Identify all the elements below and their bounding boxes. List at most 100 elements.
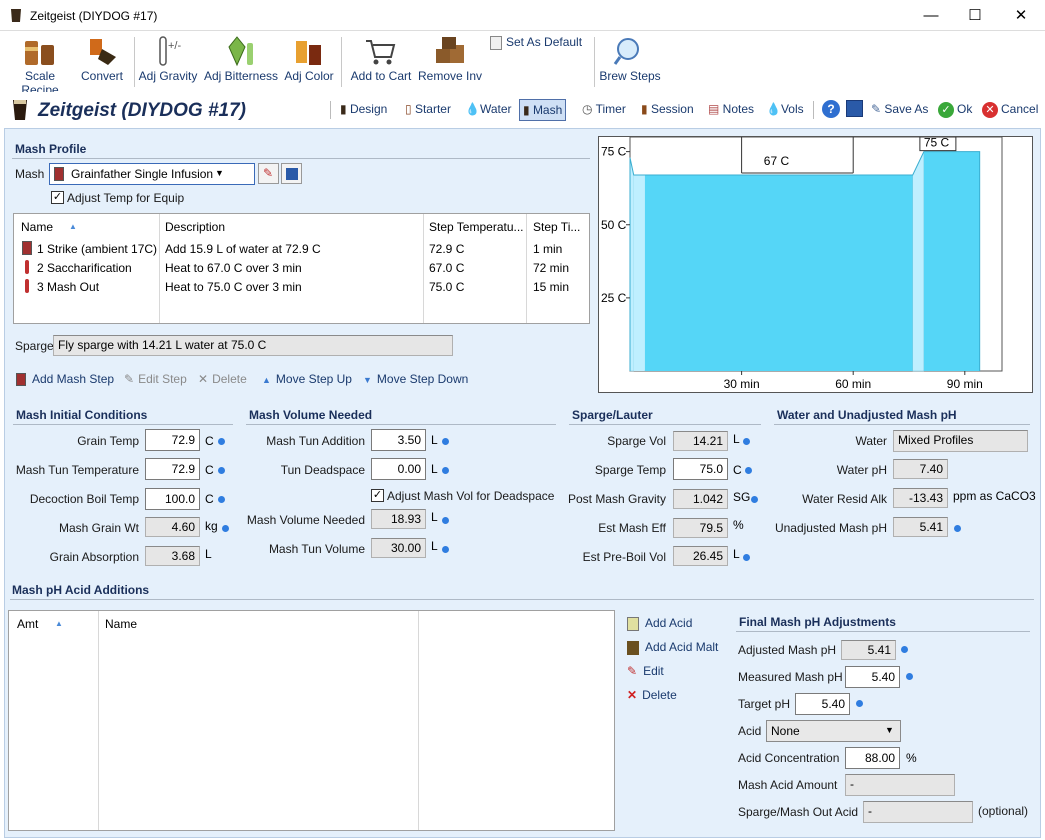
header-separator [330, 101, 331, 119]
absorption-label: Grain Absorption [49, 550, 139, 564]
move-step-down-button[interactable]: ▼ Move Step Down [363, 372, 468, 386]
strike-ramp-area [629, 157, 634, 372]
delete-x-icon: ✕ [198, 372, 209, 386]
tab-design[interactable]: ▮ Design [337, 99, 390, 121]
info-dot-icon[interactable] [743, 554, 750, 561]
info-dot-icon[interactable] [442, 438, 449, 445]
info-dot-icon[interactable] [856, 700, 863, 707]
edit-icon: ✎ [627, 664, 638, 678]
column-header-description[interactable]: Description [165, 220, 225, 234]
move-step-up-button[interactable]: ▲ Move Step Up [262, 372, 352, 386]
save-as-button[interactable]: ✎ Save As [868, 99, 931, 121]
sparge-vol-label: Sparge Vol [607, 434, 666, 448]
deadspace-input[interactable]: 0.00 [371, 458, 426, 480]
adj-color-button[interactable]: Adj Color [283, 35, 335, 83]
edit-acid-button[interactable]: ✎ Edit [627, 664, 664, 678]
tab-notes[interactable]: ▤ Notes [705, 99, 757, 121]
acid-label: Acid [738, 724, 762, 738]
column-header-amt[interactable]: Amt [17, 617, 38, 631]
adj-bitterness-button[interactable]: Adj Bitterness [203, 35, 279, 83]
tab-timer[interactable]: ◷ Timer [579, 99, 629, 121]
info-dot-icon[interactable] [954, 525, 961, 532]
tab-mash-label: Mash [532, 103, 563, 117]
decoction-input[interactable]: 100.0 [145, 488, 200, 510]
edit-mash-profile-button[interactable]: ✎ [258, 163, 279, 184]
brew-steps-button[interactable]: Brew Steps [599, 35, 661, 83]
mash-steps-table[interactable]: Name ▲ Description Step Temperatu... Ste… [13, 213, 590, 324]
scale-recipe-button[interactable]: Scale Recipe [6, 35, 74, 97]
save-disk-icon[interactable] [846, 100, 863, 117]
column-header-temp[interactable]: Step Temperatu... [429, 220, 524, 234]
delete-x-icon: ✕ [627, 688, 638, 702]
help-icon[interactable]: ? [822, 100, 840, 118]
column-header-name[interactable]: Name [105, 617, 137, 631]
acid-concentration-input[interactable]: 88.00 [845, 747, 900, 769]
info-dot-icon[interactable] [442, 517, 449, 524]
cancel-button[interactable]: ✕ Cancel [979, 99, 1041, 121]
target-ph-input[interactable]: 5.40 [795, 693, 850, 715]
table-row[interactable]: 2 Saccharification Heat to 67.0 C over 3… [14, 258, 589, 277]
add-mash-step-button[interactable]: Add Mash Step [16, 372, 114, 387]
notepad-icon: ▤ [708, 102, 723, 116]
tab-session[interactable]: ▮ Session [638, 99, 697, 121]
info-dot-icon[interactable] [906, 673, 913, 680]
mash-label: Mash [15, 167, 45, 181]
add-acid-button[interactable]: Add Acid [627, 616, 692, 631]
info-dot-icon[interactable] [743, 438, 750, 445]
add-acid-malt-button[interactable]: Add Acid Malt [627, 640, 718, 655]
section-divider [246, 424, 556, 425]
column-header-time[interactable]: Step Ti... [533, 220, 580, 234]
tab-mash[interactable]: ▮ Mash [519, 99, 567, 121]
tab-water[interactable]: 💧Water [462, 99, 515, 121]
tun-addition-input[interactable]: 3.50 [371, 429, 426, 451]
info-dot-icon[interactable] [218, 467, 225, 474]
acid-select[interactable]: None ▼ [766, 720, 901, 742]
tab-vols[interactable]: 💧Vols [763, 99, 807, 121]
minimize-button[interactable]: — [908, 0, 954, 31]
target-ph-label: Target pH [738, 697, 791, 711]
info-dot-icon[interactable] [218, 438, 225, 445]
info-dot-icon[interactable] [222, 525, 229, 532]
delete-step-button[interactable]: ✕ Delete [198, 372, 247, 386]
adjust-deadspace-checkbox[interactable]: ✓ [371, 489, 384, 502]
set-as-default-button[interactable]: Set As Default [490, 35, 590, 50]
remove-inventory-button[interactable]: Remove Inv [417, 35, 483, 83]
maximize-button[interactable]: ☐ [952, 0, 998, 31]
adjust-temp-checkbox[interactable]: ✓ [51, 191, 64, 204]
info-dot-icon[interactable] [442, 546, 449, 553]
delete-acid-label: Delete [642, 688, 677, 702]
add-to-cart-button[interactable]: Add to Cart [348, 35, 414, 83]
delete-acid-button[interactable]: ✕ Delete [627, 688, 677, 702]
tun-volume-label: Mash Tun Volume [268, 542, 365, 556]
acid-additions-heading: Mash pH Acid Additions [12, 583, 150, 597]
convert-button[interactable]: Convert [78, 35, 126, 83]
adj-gravity-button[interactable]: +/- Adj Gravity [137, 35, 199, 83]
info-dot-icon[interactable] [901, 646, 908, 653]
table-row[interactable]: 1 Strike (ambient 17C) Add 15.9 L of wat… [14, 239, 589, 258]
deadspace-unit: L [431, 462, 438, 476]
acid-concentration-unit: % [906, 751, 917, 765]
sparge-temp-input[interactable]: 75.0 [673, 458, 728, 480]
step-label-saccharification: 67 C [764, 154, 790, 168]
tab-starter[interactable]: ▯ Starter [402, 99, 454, 121]
info-dot-icon[interactable] [745, 467, 752, 474]
close-window-button[interactable]: ✕ [998, 0, 1044, 31]
adj-gravity-label: Adj Gravity [138, 69, 198, 83]
save-mash-profile-button[interactable] [281, 163, 302, 184]
tun-temp-input[interactable]: 72.9 [145, 458, 200, 480]
mash-profile-select[interactable]: Grainfather Single Infusion ▼ [49, 163, 255, 185]
info-dot-icon[interactable] [218, 496, 225, 503]
absorption-unit: L [205, 547, 212, 561]
ok-button[interactable]: ✓ Ok [935, 99, 975, 121]
info-dot-icon[interactable] [751, 496, 758, 503]
step-description: Heat to 75.0 C over 3 min [165, 280, 302, 294]
table-row[interactable]: 3 Mash Out Heat to 75.0 C over 3 min 75.… [14, 277, 589, 296]
grain-temp-input[interactable]: 72.9 [145, 429, 200, 451]
measured-ph-input[interactable]: 5.40 [845, 666, 900, 688]
column-header-name[interactable]: Name [21, 220, 53, 234]
info-dot-icon[interactable] [442, 467, 449, 474]
water-resid-alk-value: -13.43 [893, 488, 948, 508]
acid-additions-table[interactable]: Amt ▲ Name [8, 610, 615, 831]
sparge-vol-unit: L [733, 432, 740, 446]
edit-step-button[interactable]: ✎ Edit Step [124, 372, 187, 386]
